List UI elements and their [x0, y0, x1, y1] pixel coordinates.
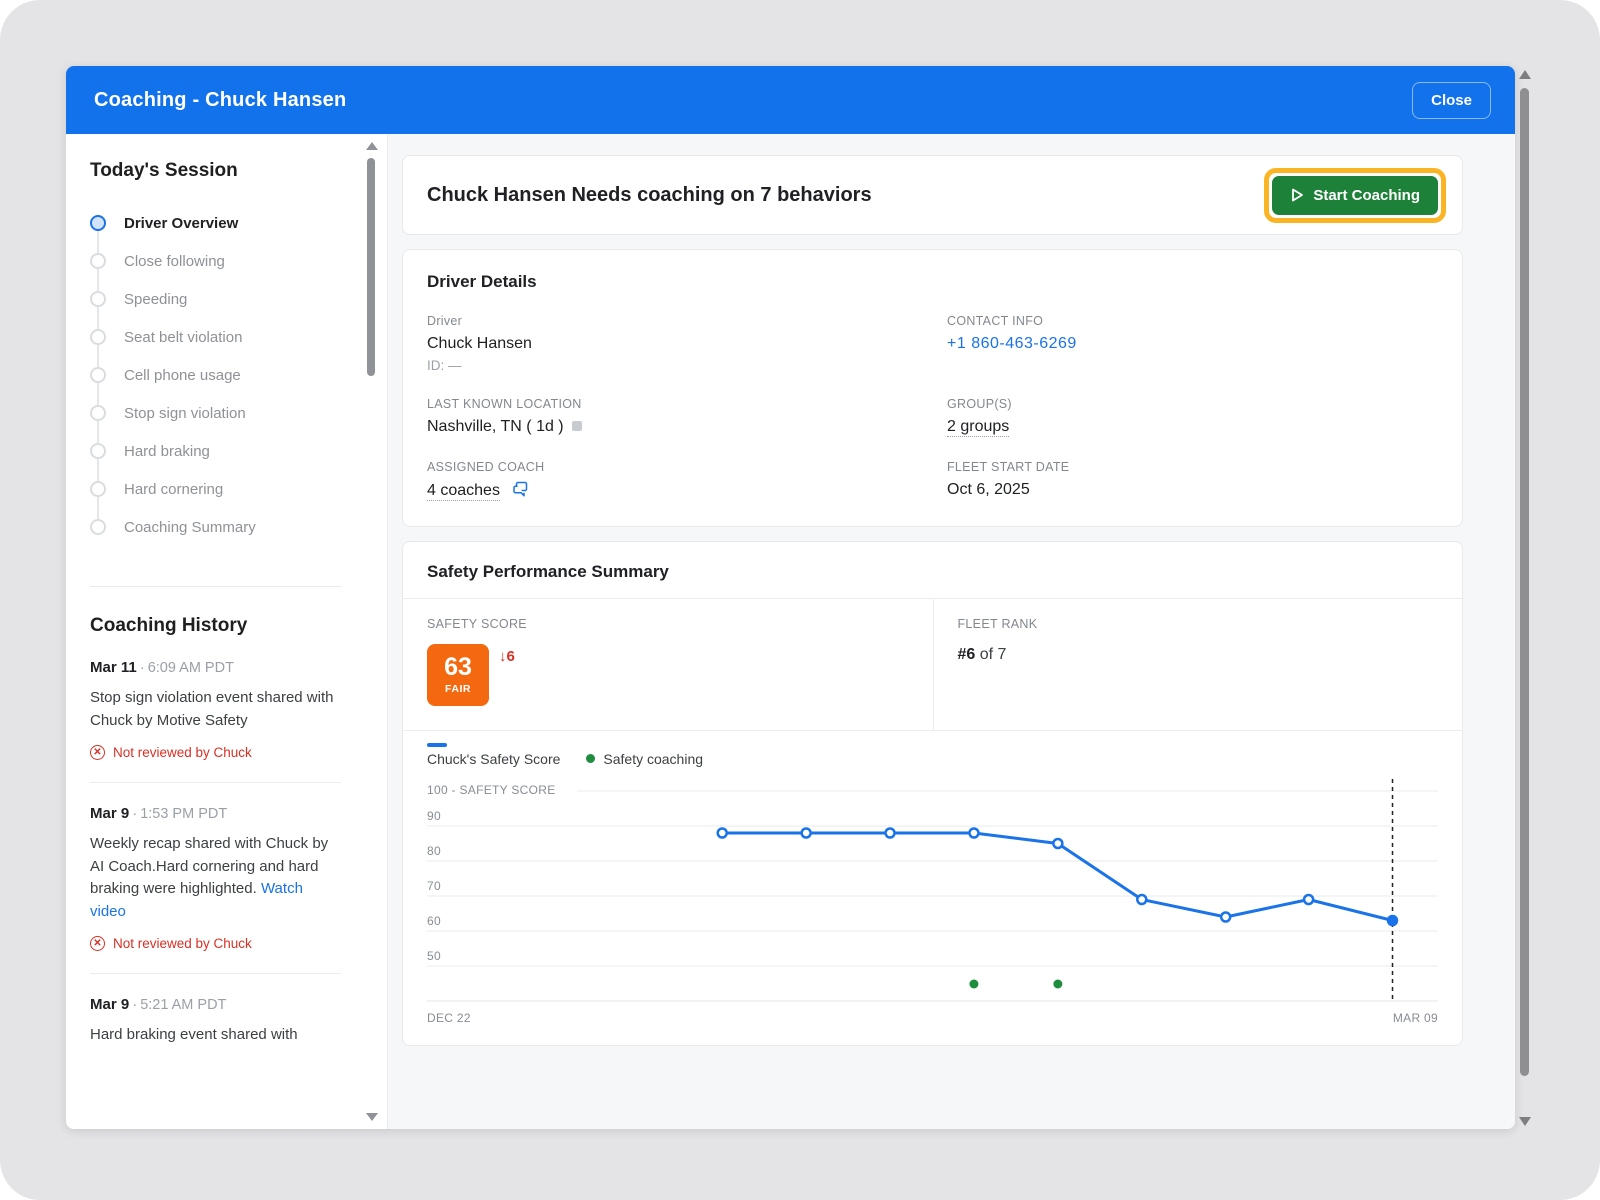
history-text: Weekly recap shared with Chuck by AI Coa…: [90, 833, 341, 923]
history-entry: Mar 9·5:21 AM PDT Hard braking event sha…: [90, 996, 341, 1047]
start-coaching-highlight-ring: Start Coaching: [1264, 168, 1446, 223]
scroll-down-icon[interactable]: [366, 1113, 378, 1121]
play-icon: [1290, 188, 1304, 202]
step-circle: [90, 443, 106, 459]
history-datetime: Mar 9·5:21 AM PDT: [90, 996, 341, 1013]
step-circle: [90, 481, 106, 497]
coaching-dot-icon: [586, 754, 595, 763]
history-divider: [90, 973, 341, 974]
history-datetime: Mar 9·1:53 PM PDT: [90, 805, 341, 822]
driver-field: Driver Chuck Hansen ID: —: [427, 314, 947, 373]
assigned-coach-field: ASSIGNED COACH 4 coaches: [427, 460, 947, 500]
start-coaching-button[interactable]: Start Coaching: [1272, 176, 1438, 215]
sidebar-scrollbar[interactable]: [365, 134, 377, 1129]
step-cell-phone-usage[interactable]: Cell phone usage: [90, 356, 341, 394]
driver-details-title: Driver Details: [427, 272, 1438, 292]
chart-canvas: [427, 777, 1438, 1005]
step-circle-active: [90, 215, 106, 231]
close-button[interactable]: Close: [1412, 82, 1491, 119]
y-tick-label: 60: [427, 914, 441, 928]
line-series-icon: [427, 743, 447, 747]
y-tick-label: 70: [427, 879, 441, 893]
history-text: Stop sign violation event shared with Ch…: [90, 687, 341, 732]
scroll-up-icon[interactable]: [366, 142, 378, 150]
history-divider: [90, 782, 341, 783]
history-datetime: Mar 11·6:09 AM PDT: [90, 659, 341, 676]
coaches-value[interactable]: 4 coaches: [427, 482, 500, 501]
contact-field: CONTACT INFO +1 860-463-6269: [947, 314, 1438, 373]
step-circle: [90, 367, 106, 383]
location-field: LAST KNOWN LOCATION Nashville, TN ( 1d ): [427, 397, 947, 436]
banner-title: Chuck Hansen Needs coaching on 7 behavio…: [427, 184, 872, 207]
history-status: ✕ Not reviewed by Chuck: [90, 745, 341, 760]
coaches-chat-icon[interactable]: [512, 481, 528, 497]
step-circle: [90, 329, 106, 345]
y-tick-label: 100 - SAFETY SCORE: [427, 783, 556, 797]
groups-value[interactable]: 2 groups: [947, 418, 1009, 437]
step-hard-cornering[interactable]: Hard cornering: [90, 470, 341, 508]
step-coaching-summary[interactable]: Coaching Summary: [90, 508, 341, 546]
sidebar-divider: [90, 586, 341, 587]
fleet-start-value: Oct 6, 2025: [947, 481, 1438, 499]
session-title: Today's Session: [90, 160, 341, 182]
y-tick-label: 90: [427, 809, 441, 823]
history-entry: Mar 9·1:53 PM PDT Weekly recap shared wi…: [90, 805, 341, 951]
step-close-following[interactable]: Close following: [90, 242, 341, 280]
safety-summary-title: Safety Performance Summary: [427, 562, 1438, 582]
fleet-rank-cell: FLEET RANK #6 of 7: [933, 599, 1463, 730]
step-seat-belt-violation[interactable]: Seat belt violation: [90, 318, 341, 356]
driver-details-card: Driver Details Driver Chuck Hansen ID: —…: [402, 249, 1463, 527]
coaching-history-title: Coaching History: [90, 615, 341, 637]
step-circle: [90, 405, 106, 421]
modal-titlebar: Coaching - Chuck Hansen Close: [66, 66, 1515, 134]
legend-safety-score: Chuck's Safety Score: [427, 743, 560, 767]
x-axis-start-label: DEC 22: [427, 1011, 471, 1025]
history-status: ✕ Not reviewed by Chuck: [90, 936, 341, 951]
y-tick-label: 80: [427, 844, 441, 858]
y-tick-label: 50: [427, 949, 441, 963]
sidebar-scrollbar-thumb[interactable]: [367, 158, 375, 376]
step-stop-sign-violation[interactable]: Stop sign violation: [90, 394, 341, 432]
session-steps: Driver Overview Close following Speeding…: [90, 204, 341, 546]
history-entry: Mar 11·6:09 AM PDT Stop sign violation e…: [90, 659, 341, 760]
step-driver-overview[interactable]: Driver Overview: [90, 204, 341, 242]
step-speeding[interactable]: Speeding: [90, 280, 341, 318]
step-circle: [90, 253, 106, 269]
coaching-banner-card: Chuck Hansen Needs coaching on 7 behavio…: [402, 155, 1463, 235]
page-background: Coaching - Chuck Hansen Close Today's Se…: [0, 0, 1600, 1200]
location-value: Nashville, TN ( 1d ): [427, 418, 947, 436]
coaching-modal: Coaching - Chuck Hansen Close Today's Se…: [66, 66, 1515, 1129]
step-circle: [90, 291, 106, 307]
score-delta-down: ↓6: [499, 648, 515, 706]
step-hard-braking[interactable]: Hard braking: [90, 432, 341, 470]
not-reviewed-icon: ✕: [90, 936, 105, 951]
session-sidebar: Today's Session Driver Overview Close fo…: [66, 134, 388, 1129]
safety-score-cell: SAFETY SCORE 63 FAIR ↓6: [403, 599, 933, 730]
history-text: Hard braking event shared with: [90, 1024, 341, 1047]
fleet-rank-value: #6 of 7: [958, 646, 1439, 664]
safety-score-chart: 100 - SAFETY SCORE 90 80 70 60 50 DEC 22 MAR 09: [427, 777, 1438, 1029]
not-reviewed-icon: ✕: [90, 745, 105, 760]
safety-score-badge: 63 FAIR: [427, 644, 489, 706]
main-panel: Chuck Hansen Needs coaching on 7 behavio…: [388, 134, 1515, 1129]
step-circle: [90, 519, 106, 535]
groups-field: GROUP(S) 2 groups: [947, 397, 1438, 436]
driver-id: ID: —: [427, 358, 947, 373]
location-marker-icon: [572, 421, 582, 431]
scroll-down-icon[interactable]: [1519, 1117, 1531, 1126]
x-axis-end-label: MAR 09: [1393, 1011, 1438, 1025]
page-scrollbar-thumb[interactable]: [1520, 88, 1529, 1076]
fleet-start-field: FLEET START DATE Oct 6, 2025: [947, 460, 1438, 500]
page-scrollbar[interactable]: [1518, 70, 1532, 1126]
modal-title: Coaching - Chuck Hansen: [94, 89, 346, 112]
scroll-up-icon[interactable]: [1519, 70, 1531, 79]
phone-link[interactable]: +1 860-463-6269: [947, 335, 1077, 352]
chart-legend: Chuck's Safety Score Safety coaching: [403, 730, 1462, 771]
driver-name: Chuck Hansen: [427, 335, 947, 353]
legend-safety-coaching: Safety coaching: [586, 751, 703, 767]
driver-details-grid: Driver Chuck Hansen ID: — CONTACT INFO +…: [427, 314, 1438, 500]
safety-stats-row: SAFETY SCORE 63 FAIR ↓6 FLEET RANK: [403, 598, 1462, 730]
safety-performance-card: Safety Performance Summary SAFETY SCORE …: [402, 541, 1463, 1046]
